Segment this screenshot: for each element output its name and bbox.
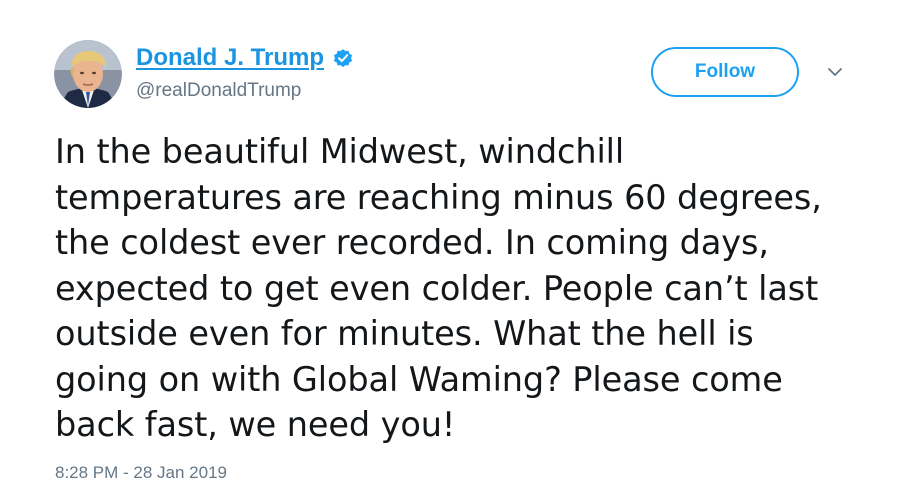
- chevron-down-icon[interactable]: [826, 65, 844, 79]
- tweet-text-line: back fast, we need you!: [55, 405, 456, 444]
- tweet-text-line: the coldest ever recorded. In coming day…: [55, 223, 769, 262]
- tweet-text-line: temperatures are reaching minus 60 degre…: [55, 177, 822, 217]
- tweet-text-line: going on with Global Waming? Please come: [55, 359, 783, 399]
- tweet-timestamp[interactable]: 8:28 PM - 28 Jan 2019: [55, 463, 227, 483]
- tweet-text-line: In the beautiful Midwest, windchill: [55, 132, 625, 171]
- follow-button[interactable]: Follow: [651, 47, 799, 97]
- author-name-row: Donald J. Trump: [136, 44, 354, 72]
- tweet-text: In the beautiful Midwest, windchill temp…: [55, 129, 875, 448]
- author-handle[interactable]: @realDonaldTrump: [136, 80, 301, 102]
- tweet-text-line: expected to get even colder. People can’…: [55, 268, 819, 308]
- tweet-text-line: outside even for minutes. What the hell …: [55, 314, 754, 353]
- author-display-name[interactable]: Donald J. Trump: [136, 44, 324, 72]
- avatar-image: [54, 40, 122, 108]
- verified-badge-icon: [332, 47, 354, 69]
- tweet-card: Donald J. Trump @realDonaldTrump Follow …: [0, 0, 900, 500]
- avatar[interactable]: [54, 40, 122, 108]
